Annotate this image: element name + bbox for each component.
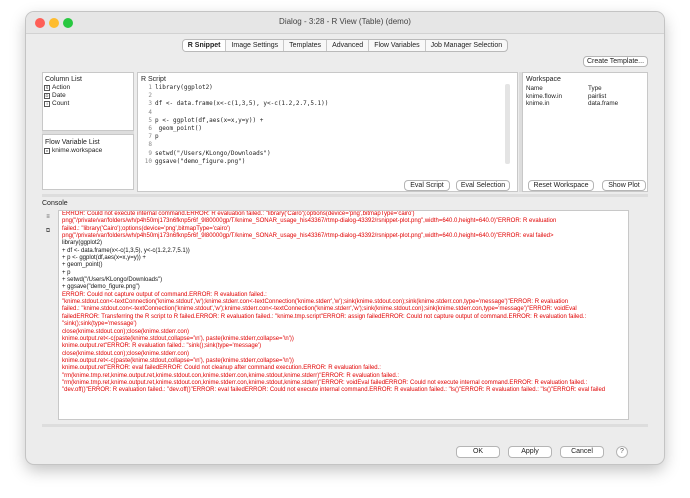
code-line: 4 <box>148 108 152 116</box>
column-item-label: Count <box>52 100 70 107</box>
code-line: 7p <box>148 133 159 141</box>
column-header-name: Name <box>526 85 543 92</box>
console-line: + p <- ggplot(df,aes(x=x,y=y)) + <box>62 255 146 262</box>
code-line: 9 setwd("/Users/KLongo/Downloads") <box>148 149 271 157</box>
code-line: 8 <box>148 141 152 149</box>
console-line: library(ggplot2) <box>62 240 103 247</box>
column-item-action[interactable]: S Action <box>44 84 70 92</box>
console-line: ERROR: Could not capture output of comma… <box>62 291 267 298</box>
console-line: "rm(knime.tmp.ret,knime.output.ret,knime… <box>62 372 400 379</box>
flow-variable-icon: v <box>44 148 50 154</box>
column-item-label: Action <box>52 84 71 91</box>
integer-column-icon: I <box>44 101 50 107</box>
console-line: "sink();sink(type='message') <box>62 321 137 328</box>
table-row[interactable]: knime.in data.frame <box>526 100 618 108</box>
console-line: png("/private/var/folders/wh/p4h50mj173n… <box>62 233 554 240</box>
console-line: close(knime.stdout.con);close(knime.stde… <box>62 350 190 357</box>
console-output[interactable]: ERROR: Could not execute internal comman… <box>58 210 629 420</box>
create-template-button[interactable]: Create Template... <box>583 56 648 67</box>
code-line: 1 library(ggplot2) <box>148 84 213 91</box>
r-script-title: R Script <box>141 76 166 83</box>
code-line: 6 geom_point() <box>148 125 202 133</box>
bottom-splitter <box>42 424 648 427</box>
reset-workspace-button[interactable]: Reset Workspace <box>528 180 594 191</box>
console-title: Console <box>42 200 68 207</box>
console-line: "knime.stdout.con<-textConnection('knime… <box>62 299 569 306</box>
console-line: knime.output.ret"ERROR: eval failedERROR… <box>62 365 381 372</box>
console-line: failed.: "library('Cairo');options(devic… <box>62 225 231 232</box>
tab-image-settings[interactable]: Image Settings <box>226 40 285 51</box>
clear-console-icon[interactable]: ≡ <box>44 214 52 222</box>
show-plot-button[interactable]: Show Plot <box>602 180 646 191</box>
code-line: 5p <- ggplot(df,aes(x=x,y=y)) + <box>148 116 264 124</box>
console-line: knime.output.ret<-c(paste(knime.stdout,c… <box>62 335 294 342</box>
column-header-type: Type <box>588 85 602 92</box>
console-line: + setwd("/Users/KLongo/Downloads") <box>62 277 163 284</box>
tab-advanced[interactable]: Advanced <box>327 40 370 51</box>
console-line: "dev.off()"ERROR: R evaluation failed.: … <box>62 387 606 394</box>
string-column-icon: S <box>44 85 50 91</box>
tab-bar: R Snippet Image Settings Templates Advan… <box>0 39 690 52</box>
code-line: 2 <box>148 92 152 100</box>
ok-button[interactable]: OK <box>456 446 500 458</box>
column-item-label: Date <box>52 92 66 99</box>
r-script-editor[interactable]: 1 library(ggplot2) 2 3 df <- data.frame(x<… <box>140 84 502 166</box>
console-line: + df <- data.frame(x<-c(1,3,5), y<-c(1.2… <box>62 247 190 254</box>
copy-console-icon[interactable]: ⧉ <box>44 228 52 236</box>
eval-selection-button[interactable]: Eval Selection <box>456 180 510 191</box>
column-item-date[interactable]: D Date <box>44 92 66 100</box>
console-line: png("/private/var/folders/wh/p4h50mj173n… <box>62 218 557 225</box>
column-list-title: Column List <box>45 76 82 83</box>
tab-group: R Snippet Image Settings Templates Advan… <box>181 39 509 52</box>
title-bar[interactable]: Dialog - 3:28 - R View (Table) (demo) <box>26 12 664 34</box>
console-line: failed.: "knime.stdout.con<-textConnecti… <box>62 306 577 313</box>
eval-script-button[interactable]: Eval Script <box>404 180 450 191</box>
cancel-button[interactable]: Cancel <box>560 446 604 458</box>
code-line: 3 df <- data.frame(x<-c(1,3,5), y<-c(1.2,… <box>148 100 329 108</box>
column-item-count[interactable]: I Count <box>44 100 69 108</box>
console-line: knime.output.ret<-c(paste(knime.stdout,c… <box>62 357 294 364</box>
console-line: + p <box>62 269 71 276</box>
tab-flow-variables[interactable]: Flow Variables <box>369 40 426 51</box>
workspace-title: Workspace <box>526 76 561 83</box>
table-row[interactable]: knime.flow.in pairlist <box>526 93 618 101</box>
code-line: 10 ggsave("demo_figure.png") <box>144 157 246 165</box>
console-line: ERROR: Could not execute internal comman… <box>62 211 415 217</box>
help-icon[interactable]: ? <box>616 446 628 458</box>
workspace-header-row: Name Type <box>526 85 618 93</box>
apply-button[interactable]: Apply <box>508 446 552 458</box>
date-column-icon: D <box>44 93 50 99</box>
tab-templates[interactable]: Templates <box>284 40 328 51</box>
console-line: "rm(knime.tmp.ret,knime.output.ret,knime… <box>62 379 588 386</box>
console-splitter[interactable] <box>42 194 648 197</box>
flow-variable-label: knime.workspace <box>52 147 103 154</box>
script-scrollbar[interactable] <box>505 84 510 164</box>
workspace-table: Name Type knime.flow.in pairlist knime.i… <box>526 85 618 108</box>
console-line: failedERROR: Transferring the R script t… <box>62 313 587 320</box>
console-line: + ggsave("demo_figure.png") <box>62 284 140 291</box>
flow-variable-list-title: Flow Variable List <box>45 139 100 146</box>
tab-r-snippet[interactable]: R Snippet <box>182 40 227 51</box>
tab-job-manager-selection[interactable]: Job Manager Selection <box>426 40 508 51</box>
window-title: Dialog - 3:28 - R View (Table) (demo) <box>279 17 411 26</box>
console-line: knime.output.ret"ERROR: R evaluation fai… <box>62 343 262 350</box>
console-line: close(knime.stdout.con);close(knime.stde… <box>62 328 190 335</box>
flow-variable-item[interactable]: v knime.workspace <box>44 147 102 155</box>
console-line: + geom_point() <box>62 262 103 269</box>
